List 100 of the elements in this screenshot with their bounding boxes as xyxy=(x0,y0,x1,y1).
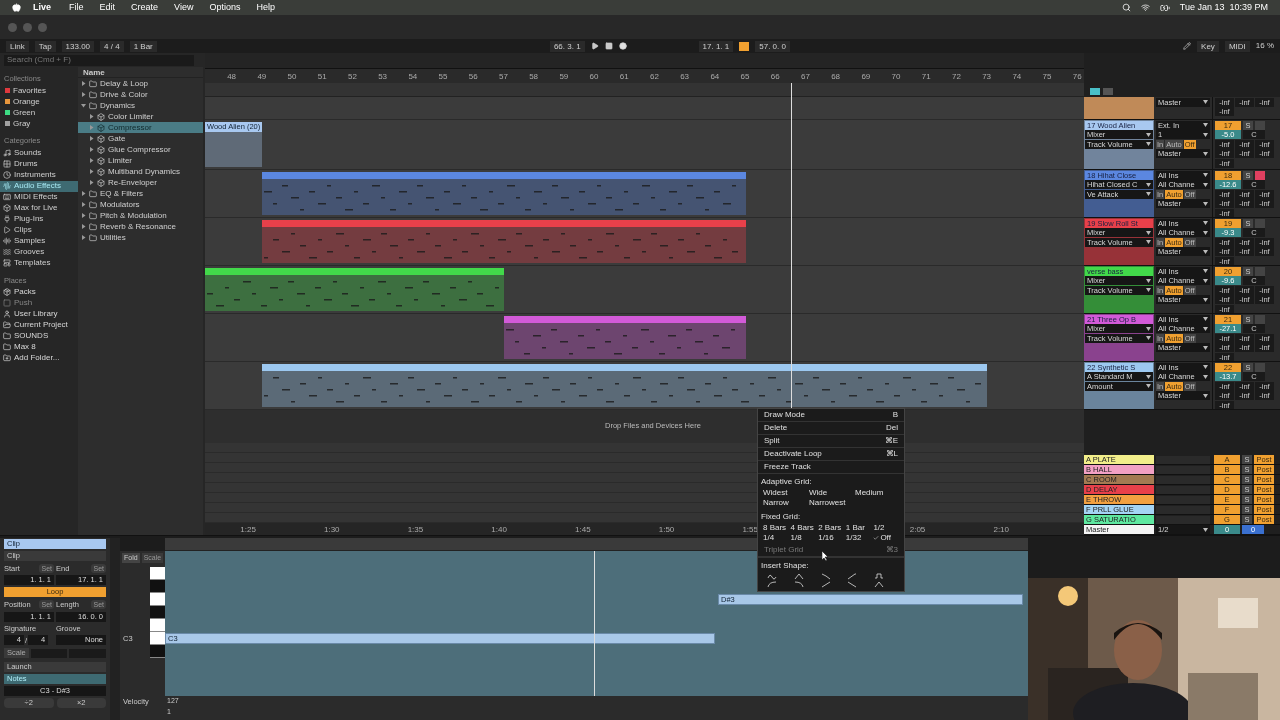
view-toggle[interactable] xyxy=(1103,88,1113,95)
menu-option[interactable]: 1/16 xyxy=(818,533,846,543)
collection-item[interactable]: Green xyxy=(0,107,78,119)
shape-icon[interactable] xyxy=(793,581,804,588)
piano-key[interactable] xyxy=(150,606,165,619)
clip[interactable] xyxy=(262,364,988,407)
expand-arrow-icon[interactable] xyxy=(89,136,94,141)
menu-item[interactable]: View xyxy=(174,0,194,15)
expand-arrow-icon[interactable] xyxy=(81,103,86,108)
view-toggle[interactable] xyxy=(1090,88,1100,95)
clip[interactable] xyxy=(503,316,746,359)
bar-ruler[interactable]: 48 49 50 51 52 53 54 55 56 57 58 59 60 61 62 63 64 65 66 67 68 69 70 71 72 73 74 75 76 xyxy=(205,69,1084,83)
category-item[interactable]: Sounds xyxy=(0,147,78,159)
browser-item[interactable]: Pitch & Modulation xyxy=(78,210,203,221)
menu-option[interactable]: 1/8 xyxy=(790,533,819,543)
category-item[interactable]: Instruments xyxy=(0,169,78,181)
expand-arrow-icon[interactable] xyxy=(89,114,94,119)
menu-item[interactable]: Create xyxy=(131,0,159,15)
browser-item[interactable]: Multiband Dynamics xyxy=(78,166,203,177)
search-field[interactable]: Search (Cmd + F) xyxy=(4,54,194,66)
clip[interactable] xyxy=(262,220,746,263)
category-item[interactable]: Max for Live xyxy=(0,202,78,214)
category-item[interactable]: Templates xyxy=(0,257,78,269)
menu-option[interactable]: 1 Bar xyxy=(845,523,874,533)
browser-item[interactable]: Limiter xyxy=(78,155,203,166)
menu-item[interactable]: Draw Mode B xyxy=(758,409,904,422)
tempo-field[interactable]: 133.00 xyxy=(61,40,95,52)
expand-arrow-icon[interactable] xyxy=(81,202,86,207)
expand-arrow-icon[interactable] xyxy=(89,180,94,185)
menu-option[interactable]: Medium xyxy=(855,488,901,498)
browser-item[interactable]: Color Limiter xyxy=(78,111,203,122)
menu-option[interactable]: 1/2 xyxy=(873,523,901,533)
menu-option[interactable]: Wide xyxy=(809,488,855,498)
tap-button[interactable]: Tap xyxy=(34,40,56,52)
shape-icon[interactable] xyxy=(820,573,831,580)
expand-arrow-icon[interactable] xyxy=(81,224,86,229)
menu-option[interactable]: Off xyxy=(873,533,901,543)
signature-field[interactable]: 4 / 4 xyxy=(100,40,124,52)
loop-start-field[interactable]: 17. 1. 1 xyxy=(698,40,734,52)
menu-option[interactable]: 8 Bars xyxy=(763,523,791,533)
menu-item[interactable]: Edit xyxy=(99,0,116,15)
category-item[interactable]: Grooves xyxy=(0,246,78,258)
expand-arrow-icon[interactable] xyxy=(89,158,94,163)
category-item[interactable]: MIDI Effects xyxy=(0,191,78,203)
menu-item[interactable]: Help xyxy=(256,0,275,15)
loop-switch[interactable] xyxy=(739,41,750,51)
collection-item[interactable]: Favorites xyxy=(0,85,78,97)
menu-option[interactable]: 2 Bars xyxy=(818,523,846,533)
shape-icon[interactable] xyxy=(847,581,858,588)
browser-item[interactable]: Modulators xyxy=(78,199,203,210)
place-item[interactable]: Current Project xyxy=(0,319,78,331)
quantize-menu[interactable]: 1 Bar xyxy=(129,40,157,52)
category-item[interactable]: Samples xyxy=(0,235,78,247)
record-icon[interactable] xyxy=(618,42,627,50)
browser-item[interactable]: EQ & Filters xyxy=(78,188,203,199)
clip[interactable] xyxy=(205,268,504,311)
expand-arrow-icon[interactable] xyxy=(81,191,86,196)
place-item[interactable]: SOUNDS xyxy=(0,330,78,342)
expand-arrow-icon[interactable] xyxy=(81,213,86,218)
place-item[interactable]: Add Folder... xyxy=(0,352,78,364)
expand-arrow-icon[interactable] xyxy=(81,235,86,240)
place-item[interactable]: Packs xyxy=(0,286,78,298)
browser-item[interactable]: Dynamics xyxy=(78,100,203,111)
menu-option[interactable]: 4 Bars xyxy=(790,523,819,533)
browser-item[interactable]: Delay & Loop xyxy=(78,78,203,89)
piano-key[interactable] xyxy=(150,567,165,580)
apple-icon[interactable] xyxy=(12,3,21,12)
menu-option[interactable]: Widest xyxy=(763,488,809,498)
menu-option[interactable]: 1/4 xyxy=(763,533,791,543)
arm-button[interactable] xyxy=(1255,170,1265,180)
expand-arrow-icon[interactable] xyxy=(89,169,94,174)
shape-icon[interactable] xyxy=(874,573,885,580)
midi-button[interactable]: MIDI xyxy=(1224,40,1250,52)
menu-item[interactable]: Deactivate Loop ⌘L xyxy=(758,448,904,461)
browser-item[interactable]: Glue Compressor xyxy=(78,144,203,155)
piano-key[interactable] xyxy=(150,593,165,606)
menu-item[interactable]: Live xyxy=(33,0,51,15)
piano-key[interactable] xyxy=(150,580,165,593)
position-field[interactable]: 66. 3. 1 xyxy=(549,40,585,52)
link-button[interactable]: Link xyxy=(6,40,29,52)
place-item[interactable]: User Library xyxy=(0,308,78,320)
stop-icon[interactable] xyxy=(604,42,613,50)
battery-icon[interactable] xyxy=(1159,2,1170,13)
menu-option[interactable]: 1/32 xyxy=(845,533,874,543)
search-icon[interactable] xyxy=(1121,3,1131,12)
clip[interactable] xyxy=(262,172,746,215)
category-item[interactable]: Clips xyxy=(0,224,78,236)
browser-item[interactable]: Drive & Color xyxy=(78,89,203,100)
collection-item[interactable]: Gray xyxy=(0,118,78,130)
piano-key[interactable] xyxy=(150,619,165,632)
browser-item[interactable]: Gate xyxy=(78,133,203,144)
menu-item[interactable]: Split ⌘E xyxy=(758,435,904,448)
shape-icon[interactable] xyxy=(793,573,804,580)
category-item[interactable]: Audio Effects xyxy=(0,180,78,192)
expand-arrow-icon[interactable] xyxy=(81,81,86,86)
shape-icon[interactable] xyxy=(820,581,831,588)
key-button[interactable]: Key xyxy=(1197,40,1219,52)
category-item[interactable]: Plug-Ins xyxy=(0,213,78,225)
wifi-icon[interactable] xyxy=(1140,3,1150,12)
shape-icon[interactable] xyxy=(847,573,858,580)
